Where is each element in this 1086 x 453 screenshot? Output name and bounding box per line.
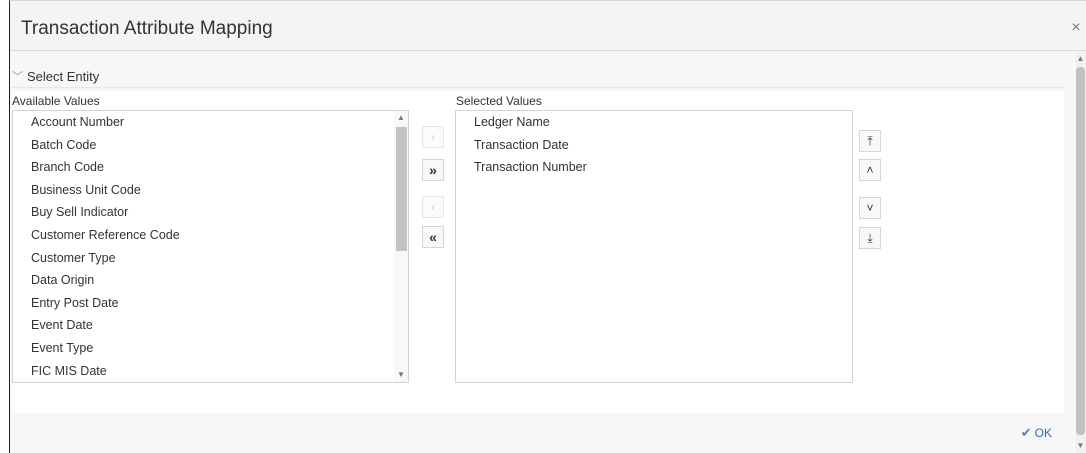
move-bottom-button[interactable]: ⤓ [859,227,881,249]
scrollbar-thumb[interactable] [396,127,407,251]
available-values-label: Available Values [12,94,100,108]
list-item[interactable]: Ledger Name [456,111,852,134]
move-all-right-button[interactable]: » [422,159,444,181]
selected-values-list[interactable]: Ledger Name Transaction Date Transaction N… [455,110,853,383]
list-item[interactable]: Data Origin [13,269,408,292]
scroll-up-icon[interactable]: ▲ [1075,53,1086,64]
move-up-button[interactable]: ˄ [859,159,881,181]
list-item[interactable]: Account Number [13,111,408,134]
ok-label: OK [1034,426,1052,440]
select-entity-toggle[interactable]: ﹀ Select Entity [12,65,99,87]
selected-items: Ledger Name Transaction Date Transaction N… [456,111,852,179]
dialog-title: Transaction Attribute Mapping [21,18,273,39]
list-item[interactable]: Branch Code [13,156,408,179]
scroll-down-icon[interactable]: ▼ [1075,440,1086,451]
dialog-body: ﹀ Select Entity Available Values Selecte… [10,51,1074,453]
list-item[interactable]: Transaction Number [456,156,852,179]
list-item[interactable]: Event Type [13,337,408,360]
list-item[interactable]: Buy Sell Indicator [13,201,408,224]
move-down-button[interactable]: ˅ [859,197,881,219]
available-values-list[interactable]: Account Number Batch Code Branch Code Busin… [12,110,409,383]
list-item[interactable]: Customer Reference Code [13,224,408,247]
close-icon[interactable]: × [1068,19,1084,37]
scroll-down-icon[interactable]: ▼ [394,368,408,382]
list-item[interactable]: Transaction Date [456,134,852,157]
list-item[interactable]: Business Unit Code [13,179,408,202]
selected-values-label: Selected Values [456,94,542,108]
section-title: Select Entity [27,68,100,84]
scrollbar-thumb[interactable] [1076,67,1085,435]
check-icon: ✔ [1020,425,1032,440]
scroll-up-icon[interactable]: ▲ [394,111,408,125]
list-scrollbar[interactable]: ▲ ▼ [394,111,408,382]
list-item[interactable]: FIC MIS Date [13,360,408,383]
list-item[interactable]: Entry Post Date [13,292,408,315]
dialog: Transaction Attribute Mapping × ﹀ Select… [9,0,1086,453]
dialog-header: Transaction Attribute Mapping × [10,1,1086,51]
list-item[interactable]: Customer Type [13,247,408,270]
shuttle-panel: Available Values Selected Values Account… [12,91,1064,413]
move-all-left-button[interactable]: « [422,226,444,248]
divider [12,87,1064,88]
list-item[interactable]: Batch Code [13,134,408,157]
move-left-button[interactable]: ‹ [422,196,444,218]
dialog-scrollbar[interactable]: ▲ ▼ [1075,51,1086,453]
move-top-button[interactable]: ⤒ [859,130,881,152]
move-right-button[interactable]: › [422,126,444,148]
available-items: Account Number Batch Code Branch Code Busin… [13,111,408,382]
list-item[interactable]: Event Date [13,314,408,337]
ok-button[interactable]: ✔ OK [1021,425,1052,441]
chevron-down-icon: ﹀ [12,71,23,83]
